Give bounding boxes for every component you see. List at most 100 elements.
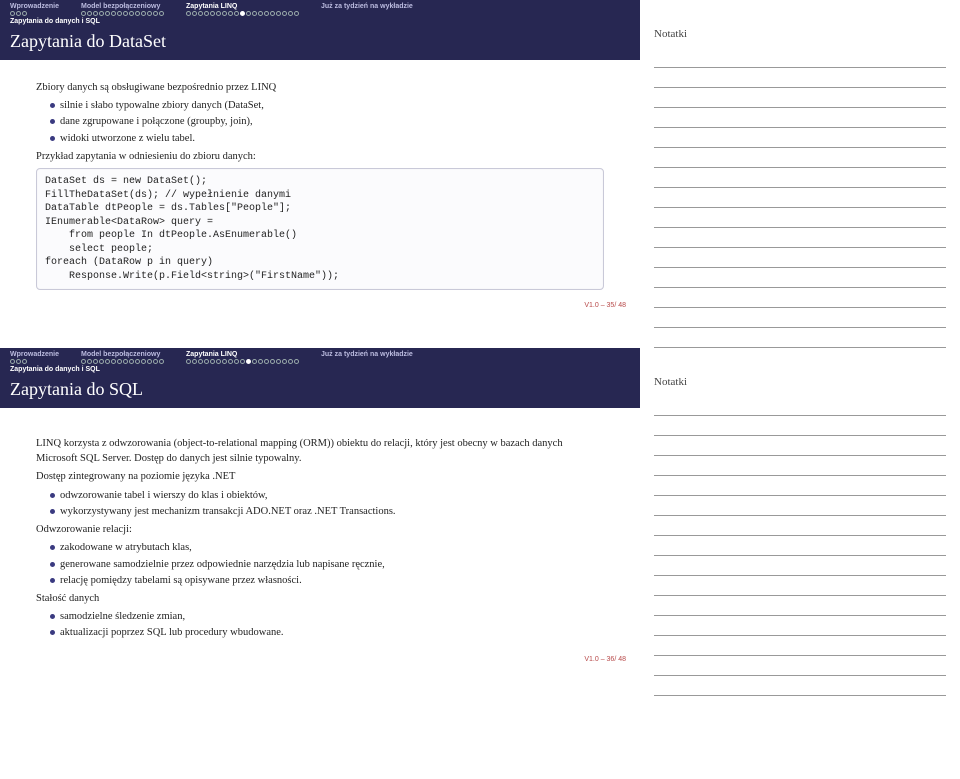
progress-dot xyxy=(22,359,27,364)
progress-dot xyxy=(228,359,233,364)
progress-dot xyxy=(234,11,239,16)
progress-dots xyxy=(186,11,299,16)
progress-dot xyxy=(282,359,287,364)
progress-dot xyxy=(240,359,245,364)
note-line xyxy=(654,48,946,68)
progress-dot xyxy=(228,11,233,16)
notes-heading: Notatki xyxy=(654,28,946,40)
progress-dot xyxy=(16,11,21,16)
note-line xyxy=(654,328,946,348)
note-line xyxy=(654,616,946,636)
progress-dot xyxy=(81,359,86,364)
bullet-list: odwzorowanie tabel i wierszy do klas i o… xyxy=(36,488,604,519)
progress-dot xyxy=(123,11,128,16)
slide-1: Wprowadzenie Model bezpołączeniowy Zapytan… xyxy=(0,0,640,348)
progress-dots xyxy=(186,359,299,364)
header-section-label: Wprowadzenie xyxy=(10,3,59,10)
header-section-label: Model bezpołączeniowy xyxy=(81,3,164,10)
slide2-row: WprowadzenieModel bezpołączeniowyZapytan… xyxy=(0,348,960,696)
progress-dot xyxy=(186,11,191,16)
note-line xyxy=(654,168,946,188)
progress-dot xyxy=(276,359,281,364)
progress-dot xyxy=(123,359,128,364)
bullet-item: wykorzystywany jest mechanizm transakcji… xyxy=(50,504,604,519)
bullet-item: samodzielne śledzenie zmian, xyxy=(50,609,604,624)
bullet-list: zakodowane w atrybutach klas, generowane … xyxy=(36,540,604,588)
progress-dot xyxy=(222,11,227,16)
progress-dots xyxy=(81,359,164,364)
progress-dot xyxy=(234,359,239,364)
progress-dot xyxy=(153,11,158,16)
header-subsection: Zapytania do danych i SQL xyxy=(10,18,630,25)
beamer-header: Wprowadzenie Model bezpołączeniowy Zapytan… xyxy=(0,0,640,27)
slide-pair: Wprowadzenie Model bezpołączeniowy Zapytan… xyxy=(0,0,960,696)
progress-dot xyxy=(105,11,110,16)
header-section: Wprowadzenie xyxy=(10,351,59,364)
bullet-item: odwzorowanie tabel i wierszy do klas i o… xyxy=(50,488,604,503)
note-line xyxy=(654,496,946,516)
progress-dot xyxy=(10,11,15,16)
progress-dot xyxy=(117,359,122,364)
progress-dot xyxy=(186,359,191,364)
header-section-label: Wprowadzenie xyxy=(10,351,59,358)
progress-dot xyxy=(135,359,140,364)
progress-dot xyxy=(198,11,203,16)
slide-title: Zapytania do DataSet xyxy=(0,27,640,60)
progress-dot xyxy=(252,11,257,16)
progress-dot xyxy=(282,11,287,16)
bullet-item: dane zgrupowane i połączone (groupby, jo… xyxy=(50,114,604,129)
slide-body: Zbiory danych są obsługiwane bezpośredni… xyxy=(0,60,640,296)
progress-dot xyxy=(270,359,275,364)
header-section: Już za tydzień na wykładzie xyxy=(321,3,413,16)
slide-footer: V1.0 – 35/ 48 xyxy=(0,296,640,315)
note-line xyxy=(654,636,946,656)
progress-dot xyxy=(204,11,209,16)
note-line xyxy=(654,396,946,416)
header-section: Model bezpołączeniowy xyxy=(81,3,164,16)
progress-dot xyxy=(111,11,116,16)
note-line xyxy=(654,108,946,128)
progress-dot xyxy=(22,11,27,16)
progress-dot xyxy=(147,11,152,16)
progress-dot xyxy=(246,359,251,364)
header-section-label: Już za tydzień na wykładzie xyxy=(321,351,413,358)
bullet-item: generowane samodzielnie przez odpowiedni… xyxy=(50,557,604,572)
note-line xyxy=(654,576,946,596)
progress-dot xyxy=(99,359,104,364)
progress-dot xyxy=(192,359,197,364)
progress-dot xyxy=(93,11,98,16)
header-section: Zapytania LINQ xyxy=(186,3,299,16)
progress-dot xyxy=(129,11,134,16)
note-line xyxy=(654,128,946,148)
note-line xyxy=(654,656,946,676)
progress-dot xyxy=(105,359,110,364)
bullet-item: widoki utworzone z wielu tabel. xyxy=(50,131,604,146)
progress-dot xyxy=(204,359,209,364)
progress-dots xyxy=(10,359,59,364)
note-line xyxy=(654,68,946,88)
progress-dot xyxy=(294,11,299,16)
bullet-item: silnie i słabo typowalne zbiory danych (… xyxy=(50,98,604,113)
progress-dot xyxy=(135,11,140,16)
paragraph: LINQ korzysta z odwzorowania (object-to-… xyxy=(36,436,604,466)
note-line xyxy=(654,208,946,228)
progress-dot xyxy=(294,359,299,364)
progress-dot xyxy=(198,359,203,364)
progress-dot xyxy=(159,359,164,364)
bullet-list: silnie i słabo typowalne zbiory danych (… xyxy=(36,98,604,146)
progress-dot xyxy=(276,11,281,16)
beamer-header: WprowadzenieModel bezpołączeniowyZapytan… xyxy=(0,348,640,375)
slide-footer: V1.0 – 36/ 48 xyxy=(0,650,640,669)
slide-title: Zapytania do SQL xyxy=(0,375,640,408)
note-line xyxy=(654,676,946,696)
bullet-item: zakodowane w atrybutach klas, xyxy=(50,540,604,555)
progress-dot xyxy=(240,11,245,16)
progress-dot xyxy=(216,11,221,16)
header-section-label: Zapytania LINQ xyxy=(186,3,299,10)
progress-dot xyxy=(192,11,197,16)
progress-dot xyxy=(81,11,86,16)
note-line xyxy=(654,516,946,536)
lead-text: Zbiory danych są obsługiwane bezpośredni… xyxy=(36,80,604,95)
note-line xyxy=(654,536,946,556)
paragraph: Stałość danych xyxy=(36,591,604,606)
